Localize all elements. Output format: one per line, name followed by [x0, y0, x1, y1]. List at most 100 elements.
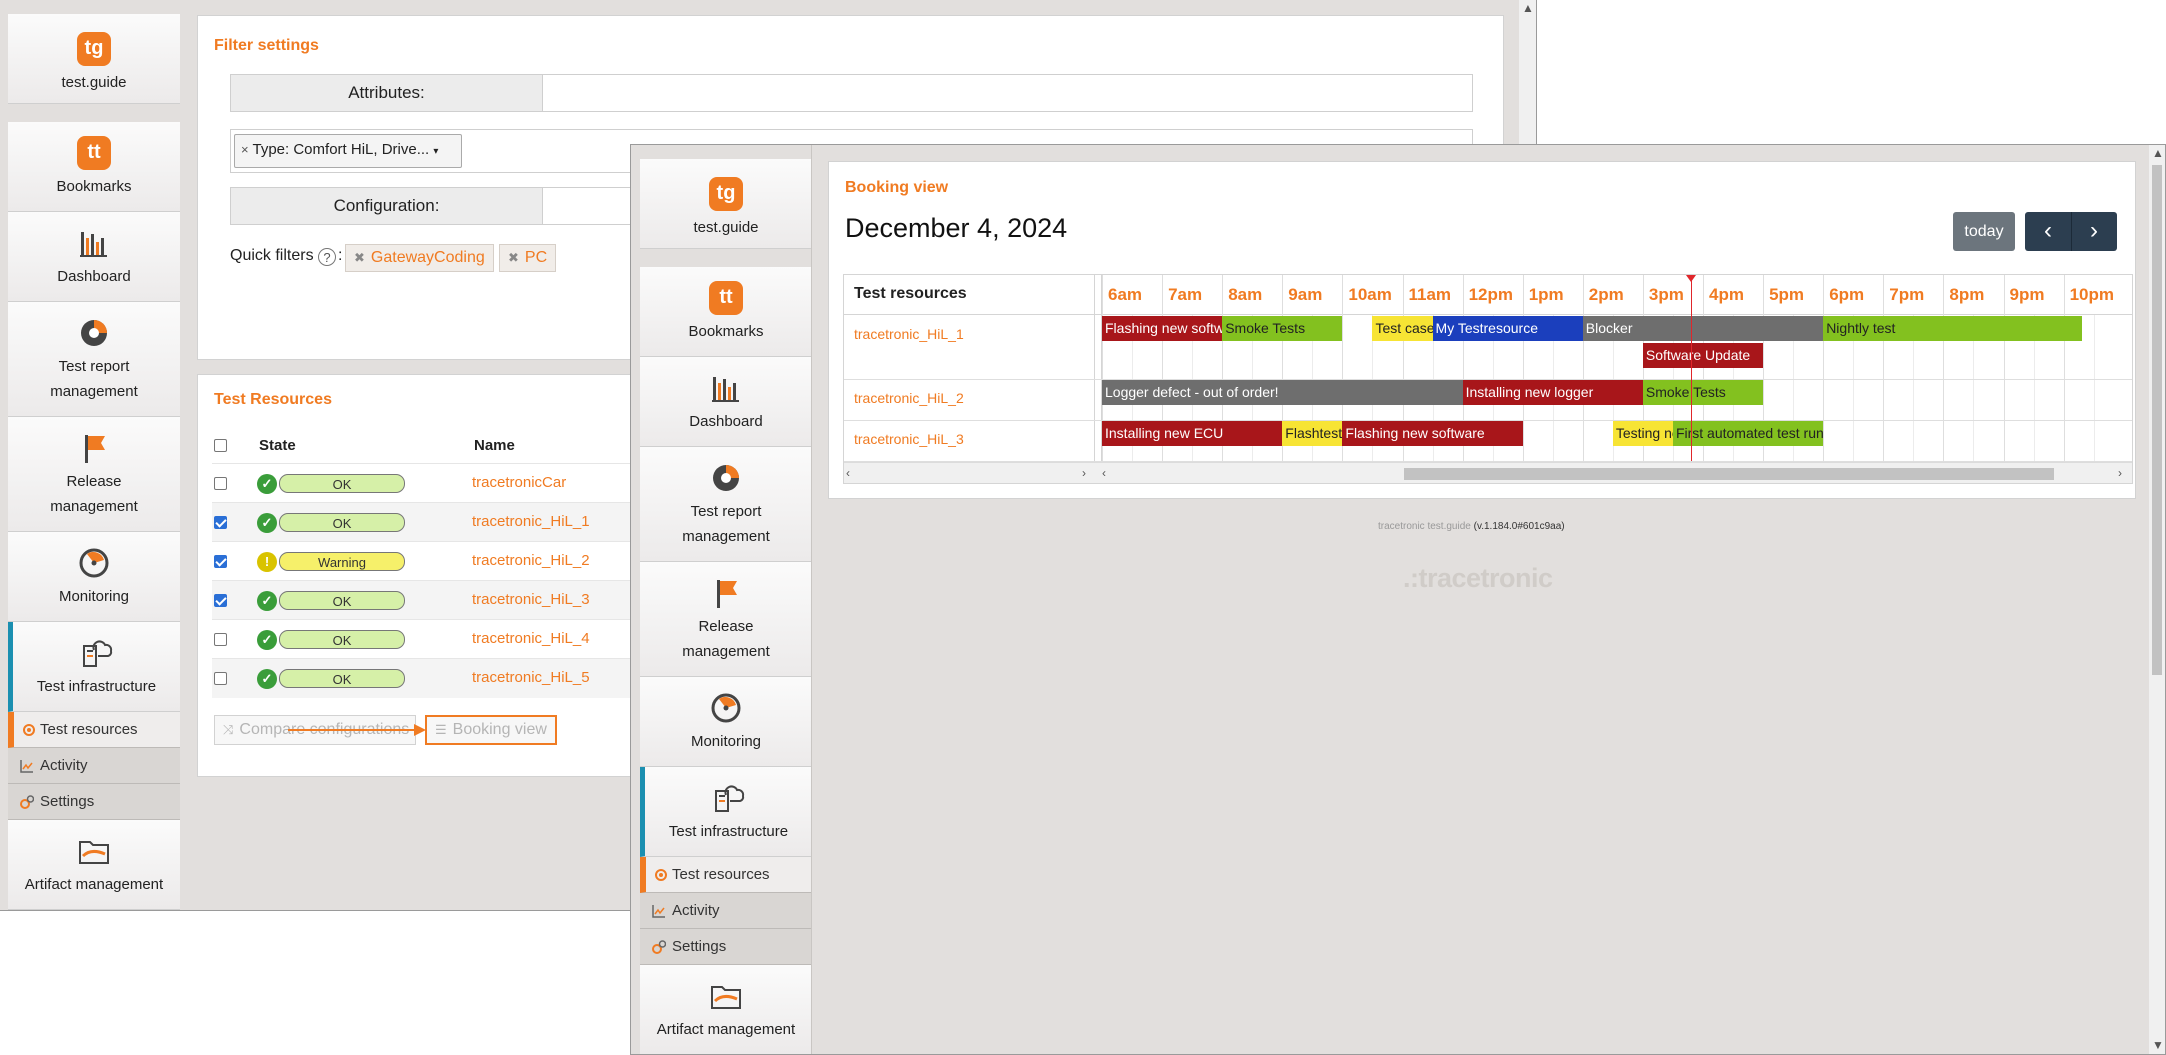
resource-link[interactable]: tracetronic_HiL_1 — [854, 326, 964, 342]
booking-bar[interactable]: First automated test run — [1672, 421, 1824, 446]
nav-item-test-report-management[interactable]: Test report management — [8, 302, 180, 417]
subnav-activity[interactable]: Activity — [8, 748, 180, 784]
nav-item-monitoring[interactable]: Monitoring — [8, 532, 180, 622]
today-button[interactable]: today — [1953, 212, 2015, 251]
scroll-right-icon[interactable]: › — [1082, 466, 1086, 480]
table-row[interactable]: ✓ OK tracetronic_HiL_1 — [212, 502, 632, 542]
nav-logo[interactable]: tg test.guide — [640, 159, 812, 249]
vertical-scrollbar[interactable]: ▲ ▼ — [2149, 145, 2165, 1054]
nav-item-bookmarks[interactable]: tt Bookmarks — [8, 122, 180, 212]
next-chevron-icon[interactable]: › — [2071, 212, 2117, 251]
table-row[interactable]: ! Warning tracetronic_HiL_2 — [212, 541, 632, 581]
scroll-thumb[interactable] — [2152, 165, 2162, 675]
quick-filter-gatewaycoding[interactable]: ✖ GatewayCoding — [345, 244, 494, 272]
booking-bar[interactable]: Blocker — [1582, 316, 1824, 341]
nav-item-artifact-management[interactable]: Artifact management — [8, 820, 180, 910]
booking-bar[interactable]: Flashing new software — [1342, 421, 1523, 446]
resource-link[interactable]: tracetronic_HiL_3 — [854, 431, 964, 447]
testguide-logo-icon: tg — [77, 32, 111, 66]
scroll-up-icon[interactable]: ▲ — [1522, 1, 1534, 15]
scroll-left-icon[interactable]: ‹ — [1102, 466, 1106, 480]
compare-icon: ⤨ — [223, 722, 234, 737]
grid-line — [2093, 315, 2095, 461]
booking-bar[interactable]: Flashing new software — [1102, 316, 1223, 341]
nav-label: Bookmarks — [688, 323, 764, 340]
booking-label: Booking view — [452, 721, 547, 738]
booking-bar[interactable]: Test case — [1372, 316, 1433, 341]
row-checkbox[interactable] — [214, 555, 227, 568]
booking-icon: ☰ — [435, 722, 447, 737]
annotation-arrow-icon — [288, 724, 426, 736]
booking-bar[interactable]: Testing new — [1612, 421, 1673, 446]
flag-icon — [717, 580, 737, 608]
scroll-thumb[interactable] — [1404, 468, 2054, 480]
resource-name-link[interactable]: tracetronic_HiL_2 — [472, 552, 590, 569]
row-checkbox[interactable] — [214, 516, 227, 529]
resource-link[interactable]: tracetronic_HiL_2 — [854, 390, 964, 406]
nav-label: Dashboard — [57, 268, 131, 285]
nav-logo[interactable]: tg test.guide — [8, 14, 180, 104]
subnav-settings[interactable]: Settings — [640, 929, 812, 965]
nav-item-release-management[interactable]: Release management — [640, 562, 812, 677]
nav-item-bookmarks[interactable]: tt Bookmarks — [640, 267, 812, 357]
now-marker-icon — [1685, 275, 1696, 282]
resource-name-link[interactable]: tracetronic_HiL_3 — [472, 591, 590, 608]
activity-chart-icon — [20, 760, 33, 773]
nav-item-test-infrastructure[interactable]: Test infrastructure — [640, 767, 812, 857]
resource-name-link[interactable]: tracetronic_HiL_4 — [472, 630, 590, 647]
remove-tag-icon[interactable]: × — [241, 142, 249, 157]
table-row[interactable]: ✓ OK tracetronic_HiL_3 — [212, 580, 632, 620]
row-checkbox[interactable] — [214, 477, 227, 490]
booking-bar[interactable]: Logger defect - out of order! — [1102, 380, 1463, 405]
scroll-down-icon[interactable]: ▼ — [2152, 1038, 2164, 1052]
dropdown-caret-icon[interactable]: ▾ — [433, 146, 438, 157]
type-tag-select[interactable]: × Type: Comfort HiL, Drive... ▾ — [234, 134, 462, 168]
row-checkbox[interactable] — [214, 594, 227, 607]
nav-item-test-report-management[interactable]: Test report management — [640, 447, 812, 562]
nav-item-test-infrastructure[interactable]: Test infrastructure — [8, 622, 180, 712]
booking-bar[interactable]: Nightly test — [1823, 316, 2082, 341]
nav-item-monitoring[interactable]: Monitoring — [640, 677, 812, 767]
remove-filter-icon[interactable]: ✖ — [354, 250, 365, 265]
nav-item-dashboard[interactable]: Dashboard — [640, 357, 812, 447]
subnav-settings[interactable]: Settings — [8, 784, 180, 820]
hour-label: 9pm — [2009, 285, 2045, 304]
subnav-test-resources[interactable]: Test resources — [8, 712, 180, 748]
resource-name-link[interactable]: tracetronic_HiL_5 — [472, 669, 590, 686]
booking-bar[interactable]: Smoke Tests — [1642, 380, 1764, 405]
resource-name-link[interactable]: tracetronic_HiL_1 — [472, 513, 590, 530]
booking-bar[interactable]: Software Update — [1642, 343, 1764, 368]
row-checkbox[interactable] — [214, 633, 227, 646]
warning-icon: ! — [257, 552, 277, 572]
now-line — [1690, 279, 1692, 461]
select-all-checkbox[interactable] — [214, 439, 227, 452]
scroll-up-icon[interactable]: ▲ — [2152, 146, 2164, 160]
booking-view-button[interactable]: ☰ Booking view — [425, 715, 557, 745]
booking-bar[interactable]: Installing new logger — [1462, 380, 1643, 405]
nav-item-release-management[interactable]: Release management — [8, 417, 180, 532]
nav-item-dashboard[interactable]: Dashboard — [8, 212, 180, 302]
booking-bar[interactable]: My Testresource — [1432, 316, 1583, 341]
booking-bar[interactable]: Smoke Tests — [1222, 316, 1343, 341]
subnav-test-resources[interactable]: Test resources — [640, 857, 812, 893]
quick-filter-pc[interactable]: ✖ PC — [499, 244, 557, 272]
prev-chevron-icon[interactable]: ‹ — [2025, 212, 2072, 251]
row-checkbox[interactable] — [214, 672, 227, 685]
settings-gear-icon — [652, 940, 666, 954]
scroll-left-icon[interactable]: ‹ — [846, 466, 850, 480]
nav-item-artifact-management[interactable]: Artifact management — [640, 965, 812, 1054]
resource-name-link[interactable]: tracetronicCar — [472, 474, 566, 491]
report-pie-icon — [81, 320, 107, 346]
scroll-right-icon[interactable]: › — [2118, 466, 2122, 480]
timeline-scrollbar[interactable]: ‹ › ‹ › — [844, 462, 2132, 483]
status-badge: OK — [279, 630, 405, 649]
help-icon[interactable]: ? — [318, 248, 336, 266]
table-row[interactable]: ✓ OK tracetronicCar — [212, 463, 632, 503]
booking-bar[interactable]: Installing new ECU — [1102, 421, 1283, 446]
remove-filter-icon[interactable]: ✖ — [508, 250, 519, 265]
subnav-activity[interactable]: Activity — [640, 893, 812, 929]
dashboard-icon — [712, 377, 739, 402]
table-row[interactable]: ✓ OK tracetronic_HiL_5 — [212, 658, 632, 698]
table-row[interactable]: ✓ OK tracetronic_HiL_4 — [212, 619, 632, 659]
booking-bar[interactable]: Flashtest — [1282, 421, 1343, 446]
